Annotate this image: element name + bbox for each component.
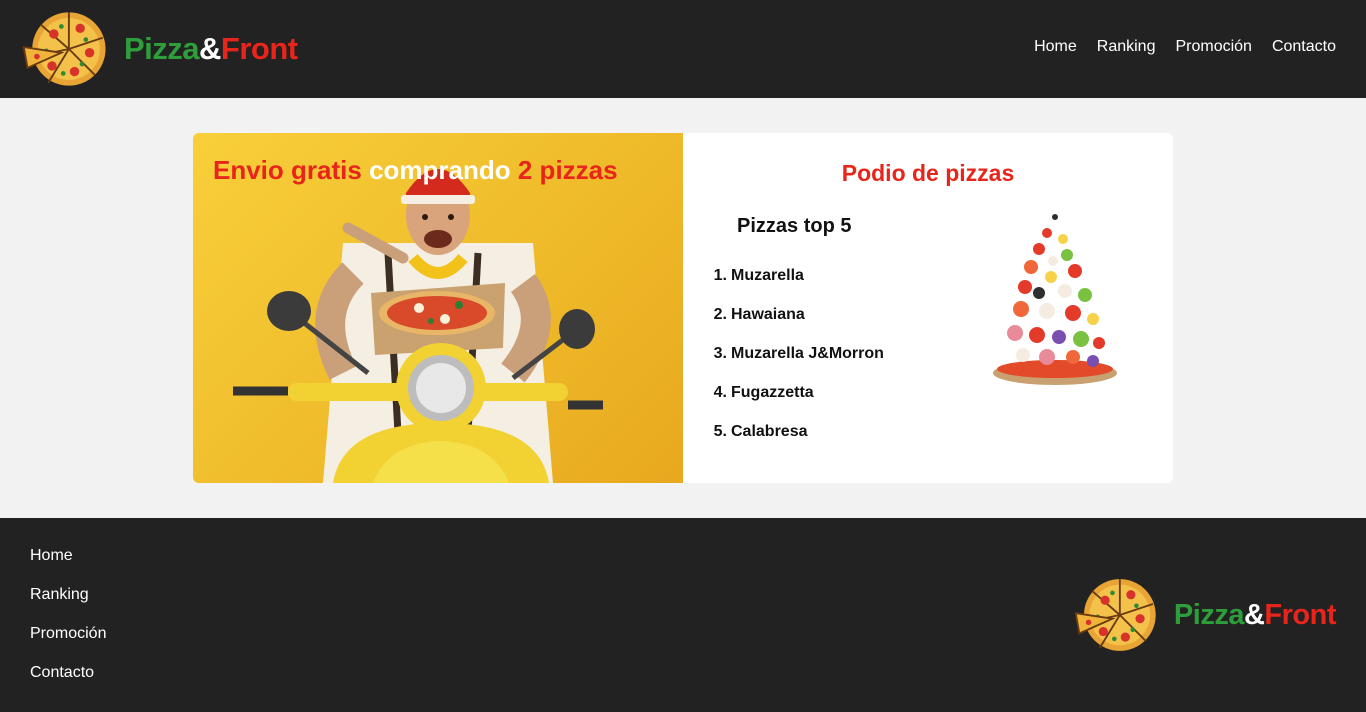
brand-part-ampersand: & <box>1243 598 1265 631</box>
header-logo[interactable]: Pizza&Front <box>20 9 298 89</box>
flying-pizza-ingredients-image <box>993 214 1117 385</box>
pizza-name: Muzarella J&Morron <box>731 345 884 362</box>
promo-title-red-2: 2 pizzas <box>517 155 618 185</box>
promo-title: Envio gratis comprando 2 pizzas <box>213 155 618 186</box>
brand-part-front: Front <box>220 31 298 66</box>
site-footer: Home Ranking Promoción Contacto Pizza&Fr… <box>0 518 1366 712</box>
list-item: 5. Calabresa <box>709 423 884 462</box>
podio-title: Podio de pizzas <box>841 160 1015 186</box>
main-content: Envio gratis comprando 2 pizzas Podio de… <box>193 133 1173 483</box>
brand-name: Pizza&Front <box>124 31 298 67</box>
promo-banner: Envio gratis comprando 2 pizzas <box>193 133 683 483</box>
podio-card: Podio de pizzas Pizzas top 5 1. Muzarella… <box>683 133 1173 483</box>
nav-ranking[interactable]: Ranking <box>1097 38 1156 56</box>
nav-home[interactable]: Home <box>1034 38 1077 56</box>
rank-number: 1. <box>713 267 727 284</box>
list-item: 2. Hawaiana <box>709 306 884 345</box>
nav-promocion[interactable]: Promoción <box>1175 38 1251 56</box>
brand-part-ampersand: & <box>199 31 221 66</box>
rank-number: 5. <box>713 423 727 440</box>
footer-nav: Home Ranking Promoción Contacto <box>30 547 106 703</box>
site-header: Pizza&Front Home Ranking Promoción Conta… <box>0 0 1366 98</box>
brand-name: Pizza&Front <box>1173 598 1337 632</box>
rank-number: 2. <box>713 306 727 323</box>
pizza-logo-icon <box>22 12 106 86</box>
list-item: 1. Muzarella <box>709 267 884 306</box>
pizza-name: Hawaiana <box>731 306 805 323</box>
list-item: 4. Fugazzetta <box>709 384 884 423</box>
nav-contacto[interactable]: Contacto <box>1272 38 1336 56</box>
footer-link-contacto[interactable]: Contacto <box>30 664 106 703</box>
footer-link-ranking[interactable]: Ranking <box>30 586 106 625</box>
brand-part-front: Front <box>1264 598 1336 631</box>
brand-part-pizza: Pizza <box>1173 598 1245 631</box>
footer-link-home[interactable]: Home <box>30 547 106 586</box>
pizza-logo-icon <box>1074 579 1156 651</box>
rank-number: 4. <box>713 384 727 401</box>
top-five-title: Pizzas top 5 <box>737 215 852 237</box>
pizza-name: Muzarella <box>731 267 804 284</box>
main-nav: Home Ranking Promoción Contacto <box>1034 38 1336 56</box>
footer-logo[interactable]: Pizza&Front <box>1072 574 1336 656</box>
promo-title-white: comprando <box>369 155 511 185</box>
ranking-list: 1. Muzarella 2. Hawaiana 3. Muzarella J&Mor… <box>709 267 884 462</box>
footer-link-promocion[interactable]: Promoción <box>30 625 106 664</box>
promo-title-red-1: Envio gratis <box>213 155 362 185</box>
brand-part-pizza: Pizza <box>124 31 200 66</box>
rank-number: 3. <box>713 345 727 362</box>
list-item: 3. Muzarella J&Morron <box>709 345 884 384</box>
pizza-name: Fugazzetta <box>731 384 814 401</box>
pizza-name: Calabresa <box>731 423 808 440</box>
